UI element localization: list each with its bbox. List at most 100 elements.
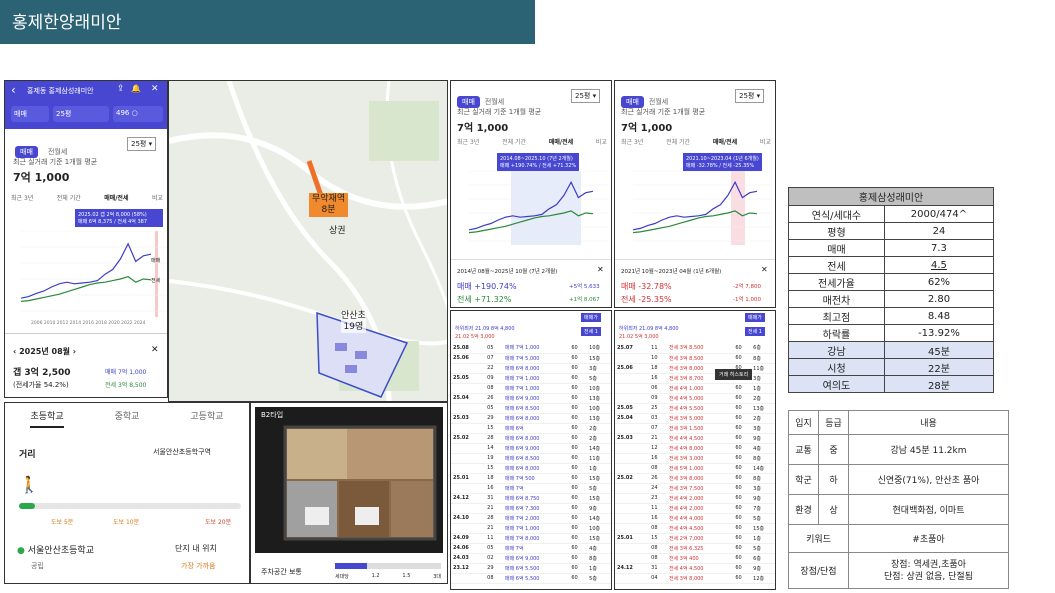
table-cell: 전세 3억 7,500 [669, 485, 704, 492]
table-row[interactable]: 12 전세 4억 8,000 60 4층 [615, 443, 775, 453]
table-row[interactable]: 21 매매 7억 1,000 60 10층 [451, 523, 611, 533]
prev-month-icon[interactable]: ‹ [13, 347, 16, 356]
school-name-row[interactable]: ● 서울안산초등학교 [17, 543, 94, 556]
price-filter[interactable]: 496 ○ [113, 106, 163, 122]
table-row[interactable]: 15 매매 6억 60 2층 [451, 423, 611, 433]
table-row[interactable]: 24.12 31 매매 6억 8,750 60 15층 [451, 493, 611, 503]
share-icon[interactable]: ⇪ [117, 84, 125, 94]
tab-middle[interactable]: 중학교 [115, 409, 140, 428]
tab-sale-lease[interactable]: 매매/전세 [104, 193, 128, 202]
tab-sale-lease-2[interactable]: 매매/전세 [549, 137, 573, 146]
table-row[interactable]: 25.04 26 매매 6억 9,000 60 13층 [451, 393, 611, 403]
table-row[interactable]: 24 전세 3억 7,500 60 3층 [615, 483, 775, 493]
table-row[interactable]: 14 매매 6억 9,000 60 14층 [451, 443, 611, 453]
table-row[interactable]: 09 전세 4억 5,000 60 2층 [615, 393, 775, 403]
sale-pct-2: +190.74% [474, 282, 517, 291]
next-month-icon[interactable]: › [73, 347, 76, 356]
table-row[interactable]: 15 매매 6억 8,000 60 1층 [451, 463, 611, 473]
table-row[interactable]: 22 매매 6억 8,000 60 3층 [451, 363, 611, 373]
lease-btn-r[interactable]: 전세 1 [745, 327, 765, 336]
size-select-3[interactable]: 25평 ▾ [735, 89, 765, 103]
table-row[interactable]: 25.05 25 전세 4억 5,500 60 13층 [615, 403, 775, 413]
table-cell [451, 453, 485, 463]
table-cell: 08 [651, 465, 658, 471]
tab-all-3[interactable]: 전체 기간 [666, 137, 690, 146]
table-cell: 24.12 [453, 495, 469, 501]
table-row[interactable]: 25.02 26 전세 3억 8,000 60 8층 [615, 473, 775, 483]
close-icon-3[interactable]: ✕ [761, 265, 768, 274]
tab-sale-lease-3[interactable]: 매매/전세 [713, 137, 737, 146]
tab-3y[interactable]: 최근 3년 [11, 193, 33, 202]
table-row[interactable]: 08 전세 3억 400 60 6층 [615, 553, 775, 563]
table-row[interactable]: 07 전세 3억 1,500 60 3층 [615, 423, 775, 433]
table-row[interactable]: 25.08 05 매매 7억 1,000 60 10층 [451, 343, 611, 353]
table-row[interactable]: 21 매매 6억 7,300 60 9층 [451, 503, 611, 513]
table-row[interactable]: 25.01 15 전세 2억 7,000 60 1층 [615, 533, 775, 543]
table-row[interactable]: 24.06 05 매매 7억 60 4층 [451, 543, 611, 553]
table-cell [451, 523, 485, 533]
table-cell: 19 [487, 455, 494, 461]
tab-all[interactable]: 전체 기간 [57, 193, 81, 202]
tab-compare[interactable]: 비교 [152, 193, 163, 202]
table-row[interactable]: 25.03 21 전세 4억 4,500 60 9층 [615, 433, 775, 443]
close-icon[interactable]: ✕ [151, 84, 159, 94]
table-cell: 전세 3억 8,500 [669, 345, 704, 352]
range-3: 2021년 10월~2023년 04월 (1년 6개월) [621, 269, 722, 275]
back-icon[interactable]: ‹ [11, 83, 16, 97]
table-row[interactable]: 24.12 31 전세 4억 4,500 60 9층 [615, 563, 775, 573]
table-row[interactable]: 08 매매 7억 1,000 60 10층 [451, 383, 611, 393]
table-row[interactable]: 08 매매 6억 5,500 60 5층 [451, 573, 611, 583]
table-row[interactable]: 25.04 03 전세 3억 5,000 60 2층 [615, 413, 775, 423]
table-cell: 21 [651, 435, 658, 441]
tab-compare-3[interactable]: 비교 [760, 137, 771, 146]
tab-3y-2[interactable]: 최근 3년 [457, 137, 479, 146]
sale-btn-r[interactable]: 매매가 [745, 313, 765, 322]
tab-all-2[interactable]: 전체 기간 [502, 137, 526, 146]
table-row[interactable]: 24.09 11 매매 7억 8,000 60 15층 [451, 533, 611, 543]
table-row[interactable]: 25.01 18 매매 7억 500 60 15층 [451, 473, 611, 483]
close-month-icon[interactable]: ✕ [151, 345, 159, 355]
table-row[interactable]: 08 전세 3억 6,325 60 5층 [615, 543, 775, 553]
close-icon-2[interactable]: ✕ [597, 265, 604, 274]
table-cell: 매매 6억 8,000 [505, 465, 540, 472]
size-select-2[interactable]: 25평 ▾ [571, 89, 601, 103]
deals-table-lease: 25.07 11 전세 3억 8,500 60 6층 10 전세 3억 8,500 60 8층 2… [615, 343, 775, 589]
tab-elementary[interactable]: 초등학교 [30, 409, 64, 428]
table-cell: 60 [571, 425, 578, 431]
table-row[interactable]: 11 전세 4억 2,000 60 7층 [615, 503, 775, 513]
map-panel[interactable]: 무악재역 8분 상권 안산초 19영 [168, 80, 448, 402]
table-row[interactable]: 23 전세 4억 2,000 60 9층 [615, 493, 775, 503]
table-row[interactable]: 24.10 28 매매 7억 2,000 60 14층 [451, 513, 611, 523]
table-row[interactable]: 25.03 29 매매 6억 8,000 60 13층 [451, 413, 611, 423]
table-row[interactable]: 19 매매 6억 8,500 60 11층 [451, 453, 611, 463]
lease-btn[interactable]: 전세 1 [581, 327, 601, 336]
table-row[interactable]: 04 전세 3억 8,000 60 12층 [615, 573, 775, 583]
table-row[interactable]: 08 전세 4억 4,500 60 15층 [615, 523, 775, 533]
table-row[interactable]: 23.12 29 매매 6억 5,500 60 1층 [451, 563, 611, 573]
tab-high[interactable]: 고등학교 [190, 409, 223, 428]
size-filter[interactable]: 25평 [53, 106, 109, 122]
table-row[interactable]: 25.06 07 매매 7억 5,000 60 15층 [451, 353, 611, 363]
table-row[interactable]: 16 전세 4억 4,000 60 5층 [615, 513, 775, 523]
table-row[interactable]: 16 매매 7억 60 5층 [451, 483, 611, 493]
table-row[interactable]: 25.02 28 매매 6억 8,000 60 2층 [451, 433, 611, 443]
bell-icon[interactable]: 🔔 [131, 84, 141, 93]
legend-lease: 전세 [151, 278, 161, 284]
table-row[interactable]: 08 전세 5억 1,000 60 14층 [615, 463, 775, 473]
trade-filter[interactable]: 매매 [11, 106, 49, 122]
table-row[interactable]: 24.03 02 매매 6억 9,000 60 8층 [451, 553, 611, 563]
table-row[interactable]: 25.07 11 전세 3억 8,500 60 6층 [615, 343, 775, 353]
table-cell: 9층 [753, 435, 761, 442]
table-row[interactable]: 25.05 09 매매 7억 1,000 60 5층 [451, 373, 611, 383]
tab-compare-2[interactable]: 비교 [596, 137, 607, 146]
table-cell: 60 [735, 535, 742, 541]
table-row[interactable]: 10 전세 3억 8,500 60 8층 [615, 353, 775, 363]
table-row[interactable]: 06 전세 4억 1,000 60 1층 [615, 383, 775, 393]
eval-cell: 환경 [788, 494, 819, 525]
table-row[interactable]: 05 매매 6억 8,500 60 10층 [451, 403, 611, 413]
size-select[interactable]: 25평 ▾ [127, 137, 157, 151]
map-canvas[interactable] [169, 81, 448, 402]
table-row[interactable]: 16 전세 3억 3,000 60 8층 [615, 453, 775, 463]
sale-btn[interactable]: 매매가 [581, 313, 601, 322]
tab-3y-3[interactable]: 최근 3년 [621, 137, 643, 146]
